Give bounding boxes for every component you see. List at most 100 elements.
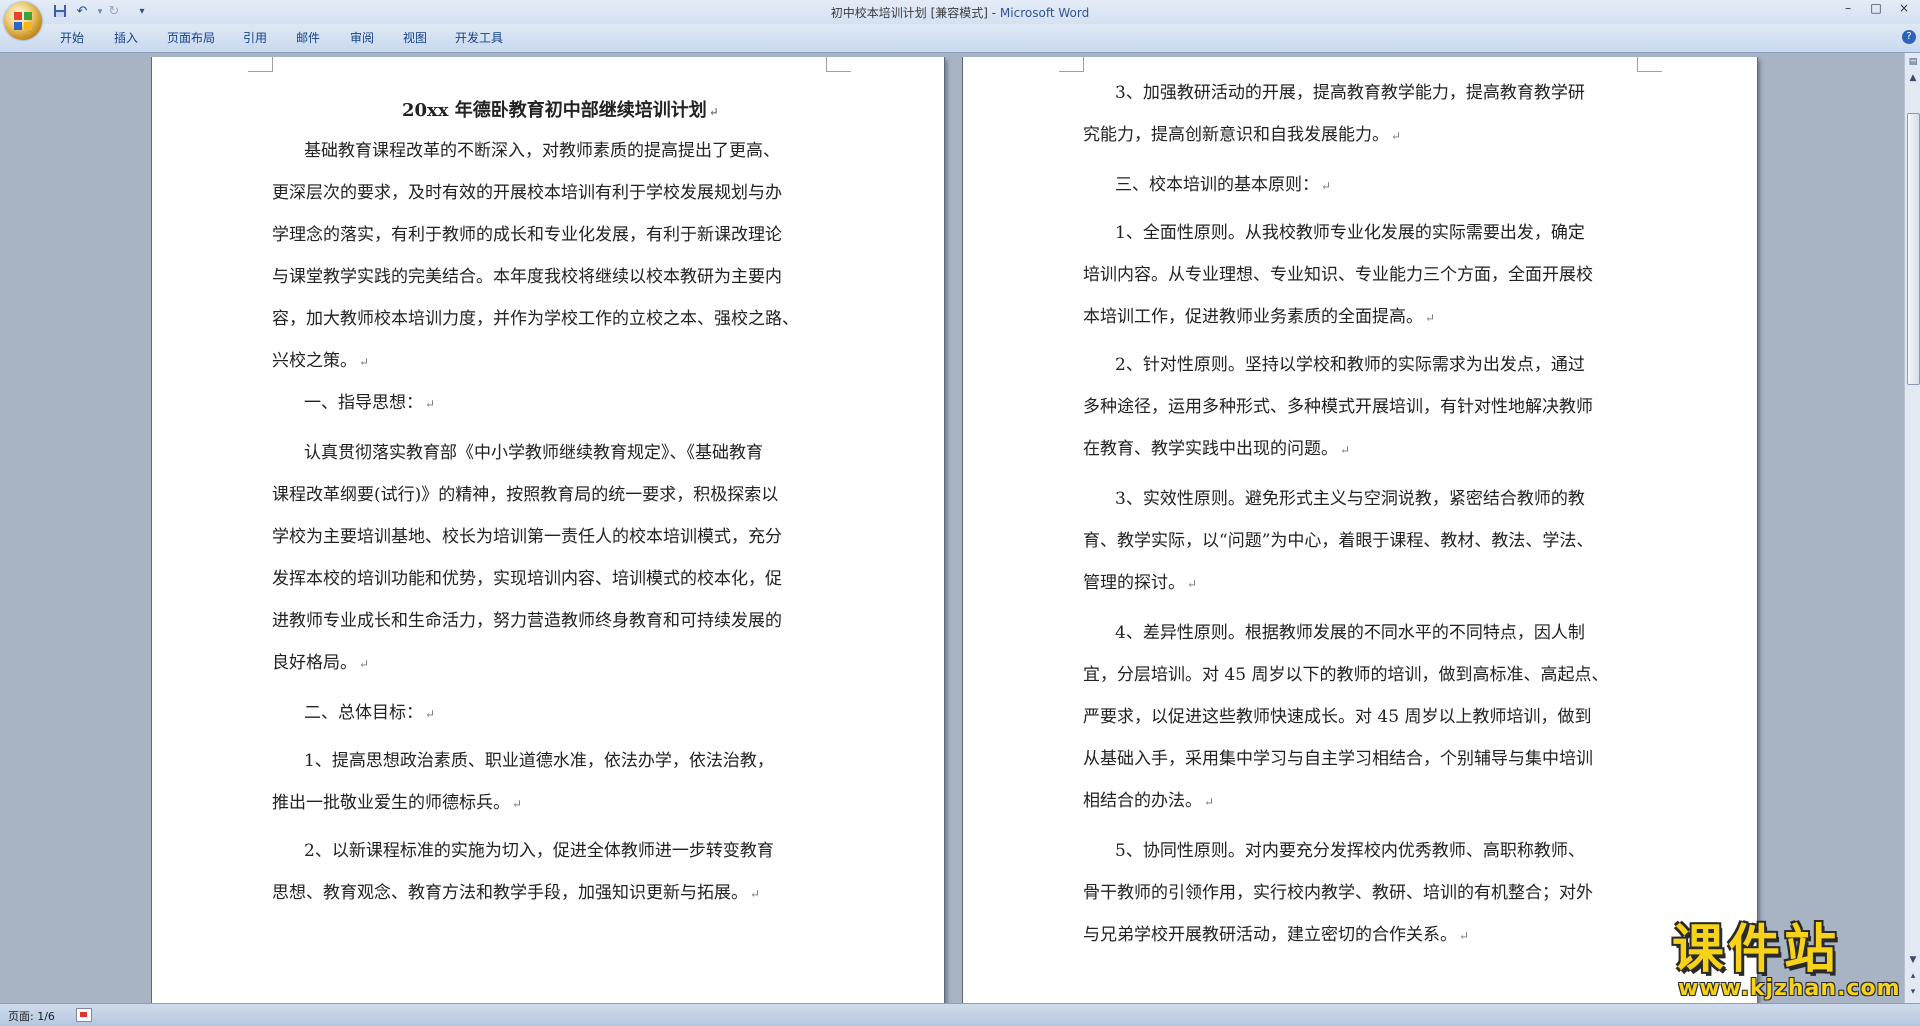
text-line[interactable]: 骨干教师的引领作用，实行校内教学、教研、培训的有机整合；对外: [1083, 881, 1593, 905]
tab-home[interactable]: 开始: [60, 30, 84, 46]
text-line[interactable]: 推出一批敬业爱生的师德标兵。 ↵: [272, 791, 522, 815]
scroll-down-icon[interactable]: ▼: [1906, 953, 1920, 967]
text-line-content: 1、全面性原则。从我校教师专业化发展的实际需要出发，确定: [1115, 223, 1585, 243]
scrollbar-thumb[interactable]: [1907, 113, 1920, 385]
margin-corner-mark: [1059, 57, 1084, 72]
text-line[interactable]: 相结合的办法。 ↵: [1083, 789, 1214, 813]
paragraph-mark-icon: ↵: [708, 105, 719, 119]
text-line[interactable]: 在教育、教学实践中出现的问题。 ↵: [1083, 437, 1350, 461]
tab-developer[interactable]: 开发工具: [455, 30, 503, 46]
text-line[interactable]: 2、以新课程标准的实施为切入，促进全体教师进一步转变教育: [304, 839, 774, 863]
help-icon[interactable]: ?: [1902, 30, 1916, 44]
text-line[interactable]: 管理的探讨。 ↵: [1083, 571, 1197, 595]
next-page-icon[interactable]: ▾: [1906, 985, 1920, 999]
text-line[interactable]: 发挥本校的培训功能和优势，实现培训内容、培训模式的校本化，促: [272, 567, 782, 591]
tab-insert[interactable]: 插入: [114, 30, 138, 46]
watermark-text: 课件站: [1672, 920, 1841, 980]
previous-page-icon[interactable]: ▴: [1906, 969, 1920, 983]
text-line[interactable]: 3、实效性原则。避免形式主义与空洞说教，紧密结合教师的教: [1115, 487, 1585, 511]
text-line-content: 从基础入手，采用集中学习与自主学习相结合，个别辅导与集中培训: [1083, 749, 1593, 769]
text-line-content: 一、指导思想：: [304, 393, 423, 413]
text-line[interactable]: 1、提高思想政治素质、职业道德水准，依法办学，依法治教，: [304, 749, 774, 773]
app-name: Microsoft Word: [999, 6, 1090, 20]
text-line[interactable]: 课程改革纲要(试行)》的精神，按照教育局的统一要求，积极探索以: [272, 483, 778, 507]
text-line[interactable]: 更深层次的要求，及时有效的开展校本培训有利于学校发展规划与办: [272, 181, 782, 205]
text-line-content: 多种途径，运用多种形式、多种模式开展培训，有针对性地解决教师: [1083, 397, 1593, 417]
text-line-content: 究能力，提高创新意识和自我发展能力。: [1083, 125, 1389, 145]
text-line[interactable]: 宜，分层培训。对 45 周岁以下的教师的培训，做到高标准、高起点、: [1083, 663, 1608, 687]
document-title[interactable]: 20xx 年德卧教育初中部继续培训计划 ↵: [402, 99, 719, 123]
paragraph-mark-icon: ↵: [1187, 577, 1198, 591]
text-line[interactable]: 容，加大教师校本培训力度，并作为学校工作的立校之本、强校之路、: [272, 307, 799, 331]
text-line[interactable]: 3、加强教研活动的开展，提高教育教学能力，提高教育教学研: [1115, 81, 1585, 105]
watermark-logo: 课件站 www.kjzhan.com: [1668, 922, 1904, 1002]
text-line[interactable]: 4、差异性原则。根据教师发展的不同水平的不同特点，因人制: [1115, 621, 1585, 645]
text-line-content: 20xx 年德卧教育初中部继续培训计划: [402, 100, 707, 121]
close-button[interactable]: ×: [1890, 0, 1918, 18]
document-page-2[interactable]: 3、加强教研活动的开展，提高教育教学能力，提高教育教学研究能力，提高创新意识和自…: [963, 57, 1757, 1003]
maximize-button[interactable]: □: [1862, 0, 1890, 18]
tab-references[interactable]: 引用: [243, 30, 267, 46]
page-count[interactable]: 页面: 1/6: [8, 1008, 55, 1024]
paragraph-mark-icon: ↵: [512, 797, 523, 811]
office-button[interactable]: [4, 2, 42, 40]
text-line-content: 三、校本培训的基本原则：: [1115, 175, 1319, 195]
text-line[interactable]: 与课堂教学实践的完美结合。本年度我校将继续以校本教研为主要内: [272, 265, 782, 289]
ruler-toggle-icon[interactable]: ▤: [1906, 55, 1920, 69]
text-line[interactable]: 学校为主要培训基地、校长为培训第一责任人的校本培训模式，充分: [272, 525, 782, 549]
scroll-up-icon[interactable]: ▲: [1906, 71, 1920, 85]
text-line-content: 5、协同性原则。对内要充分发挥校内优秀教师、高职称教师、: [1115, 841, 1585, 861]
window-title: 初中校本培训计划 [兼容模式] - Microsoft Word: [0, 4, 1920, 21]
text-line[interactable]: 一、指导思想： ↵: [304, 391, 435, 415]
tab-mailings[interactable]: 邮件: [296, 30, 320, 46]
text-line[interactable]: 多种途径，运用多种形式、多种模式开展培训，有针对性地解决教师: [1083, 395, 1593, 419]
text-line-content: 认真贯彻落实教育部《中小学教师继续教育规定》、《基础教育: [304, 443, 763, 463]
tab-page-layout[interactable]: 页面布局: [167, 30, 215, 46]
text-line[interactable]: 育、教学实际，以“问题”为中心，着眼于课程、教材、教法、学法、: [1083, 529, 1593, 553]
text-line-content: 进教师专业成长和生命活力，努力营造教师终身教育和可持续发展的: [272, 611, 782, 631]
title-bar: ↶ ▾ ↻ ▾ 初中校本培训计划 [兼容模式] - Microsoft Word…: [0, 0, 1920, 40]
text-line[interactable]: 2、针对性原则。坚持以学校和教师的实际需求为出发点，通过: [1115, 353, 1585, 377]
paragraph-mark-icon: ↵: [425, 397, 436, 411]
document-name: 初中校本培训计划 [兼容模式] -: [830, 6, 1000, 20]
text-line-content: 与兄弟学校开展教研活动，建立密切的合作关系。: [1083, 925, 1457, 945]
text-line[interactable]: 从基础入手，采用集中学习与自主学习相结合，个别辅导与集中培训: [1083, 747, 1593, 771]
text-line[interactable]: 1、全面性原则。从我校教师专业化发展的实际需要出发，确定: [1115, 221, 1585, 245]
text-line-content: 管理的探讨。: [1083, 573, 1185, 593]
proofing-icon[interactable]: [76, 1008, 92, 1022]
text-line[interactable]: 究能力，提高创新意识和自我发展能力。 ↵: [1083, 123, 1401, 147]
paragraph-mark-icon: ↵: [1459, 929, 1470, 943]
text-line-content: 2、针对性原则。坚持以学校和教师的实际需求为出发点，通过: [1115, 355, 1585, 375]
text-line[interactable]: 严要求，以促进这些教师快速成长。对 45 周岁以上教师培训，做到: [1083, 705, 1591, 729]
text-line[interactable]: 良好格局。 ↵: [272, 651, 369, 675]
document-page-1[interactable]: 20xx 年德卧教育初中部继续培训计划 ↵ 基础教育课程改革的不断深入，对教师素质的…: [152, 57, 944, 1003]
paragraph-mark-icon: ↵: [1204, 795, 1215, 809]
text-line-content: 相结合的办法。: [1083, 791, 1202, 811]
text-line[interactable]: 基础教育课程改革的不断深入，对教师素质的提高提出了更高、: [304, 139, 780, 163]
text-line[interactable]: 培训内容。从专业理想、专业知识、专业能力三个方面，全面开展校: [1083, 263, 1593, 287]
tab-review[interactable]: 审阅: [350, 30, 374, 46]
minimize-button[interactable]: –: [1834, 0, 1862, 18]
text-line-content: 2、以新课程标准的实施为切入，促进全体教师进一步转变教育: [304, 841, 774, 861]
text-line[interactable]: 5、协同性原则。对内要充分发挥校内优秀教师、高职称教师、: [1115, 839, 1585, 863]
paragraph-mark-icon: ↵: [750, 887, 761, 901]
text-line[interactable]: 本培训工作，促进教师业务素质的全面提高。 ↵: [1083, 305, 1435, 329]
text-line-content: 1、提高思想政治素质、职业道德水准，依法办学，依法治教，: [304, 751, 774, 771]
text-line[interactable]: 学理念的落实，有利于教师的成长和专业化发展，有利于新课改理论: [272, 223, 782, 247]
text-line[interactable]: 进教师专业成长和生命活力，努力营造教师终身教育和可持续发展的: [272, 609, 782, 633]
text-line-content: 宜，分层培训。对 45 周岁以下的教师的培训，做到高标准、高起点、: [1083, 665, 1609, 685]
document-workspace[interactable]: 20xx 年德卧教育初中部继续培训计划 ↵ 基础教育课程改革的不断深入，对教师素质的…: [0, 53, 1904, 1003]
text-line[interactable]: 二、总体目标： ↵: [304, 701, 435, 725]
text-line-content: 严要求，以促进这些教师快速成长。对 45 周岁以上教师培训，做到: [1083, 707, 1592, 727]
vertical-scrollbar[interactable]: ▤ ▲ ▼ ▴ ▾: [1904, 53, 1920, 1003]
text-line[interactable]: 三、校本培训的基本原则： ↵: [1115, 173, 1331, 197]
text-line[interactable]: 兴校之策。 ↵: [272, 349, 369, 373]
text-line-content: 3、实效性原则。避免形式主义与空洞说教，紧密结合教师的教: [1115, 489, 1585, 509]
text-line[interactable]: 认真贯彻落实教育部《中小学教师继续教育规定》、《基础教育: [304, 441, 763, 465]
text-line-content: 思想、教育观念、教育方法和教学手段，加强知识更新与拓展。: [272, 883, 748, 903]
text-line-content: 兴校之策。: [272, 351, 357, 371]
tab-view[interactable]: 视图: [403, 30, 427, 46]
text-line[interactable]: 与兄弟学校开展教研活动，建立密切的合作关系。 ↵: [1083, 923, 1469, 947]
text-line[interactable]: 思想、教育观念、教育方法和教学手段，加强知识更新与拓展。 ↵: [272, 881, 760, 905]
paragraph-mark-icon: ↵: [1340, 443, 1351, 457]
